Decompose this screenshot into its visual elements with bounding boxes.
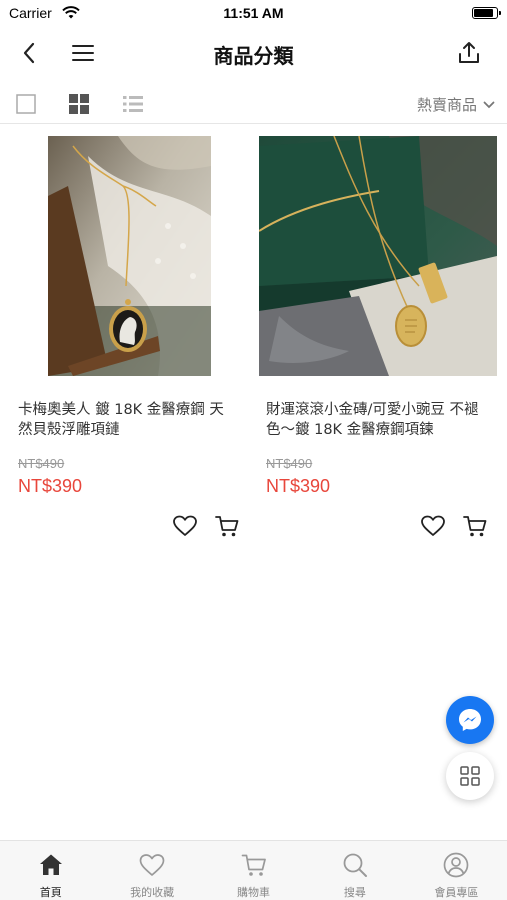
sale-price: NT$390 (18, 476, 83, 496)
sort-label: 熱賣商品 (416, 96, 477, 114)
original-price: NT$490 (18, 456, 65, 471)
tab-account[interactable]: 會員專區 (406, 841, 507, 900)
apps-menu-button[interactable] (446, 752, 494, 800)
add-to-cart-button[interactable] (214, 513, 240, 539)
chevron-down-icon (483, 101, 495, 108)
single-view-button[interactable] (15, 93, 37, 115)
status-bar: Carrier 11:51 AM (0, 0, 507, 28)
apps-grid-icon (460, 766, 480, 786)
search-icon (343, 853, 367, 877)
share-icon (459, 42, 479, 63)
sort-dropdown[interactable]: 熱賣商品 (417, 94, 495, 115)
page-title: 商品分類 (213, 44, 294, 68)
product-image[interactable] (259, 136, 497, 376)
screen: Carrier 11:51 AM 商品分類 熱賣商品 卡梅奧美人 鍍 18K 金… (0, 0, 507, 900)
battery-level (474, 9, 493, 17)
messenger-button[interactable] (446, 696, 494, 744)
battery-icon (472, 7, 501, 19)
tab-search[interactable]: 搜尋 (304, 841, 405, 900)
grid-view-icon (69, 94, 89, 114)
cart-icon (215, 516, 239, 537)
heart-icon (421, 515, 445, 536)
tab-label: 購物車 (237, 886, 271, 899)
bottom-tab-bar: 首頁 我的收藏 購物車 搜尋 會員專區 (0, 840, 507, 900)
product-card[interactable]: 財運滾滾小金磚/可愛小豌豆 不褪色～鍍 18K 金醫療鋼項鍊 NT$490 NT… (248, 136, 497, 546)
cart-icon (463, 516, 487, 537)
list-view-button[interactable] (122, 93, 144, 115)
cart-icon (241, 854, 266, 876)
tab-label: 會員專區 (434, 886, 479, 899)
product-card[interactable]: 卡梅奧美人 鍍 18K 金醫療鋼 天然貝殼浮雕項鏈 NT$490 NT$390 (0, 136, 240, 546)
product-name[interactable]: 財運滾滾小金磚/可愛小豌豆 不褪色～鍍 18K 金醫療鋼項鍊 (266, 400, 486, 440)
tab-label: 搜尋 (343, 886, 366, 899)
home-icon (39, 854, 62, 875)
grid-view-button[interactable] (68, 93, 90, 115)
account-icon (443, 852, 469, 878)
view-toolbar: 熱賣商品 (0, 84, 507, 124)
messenger-icon (459, 709, 481, 731)
tab-favorites[interactable]: 我的收藏 (101, 841, 202, 900)
navigation-bar: 商品分類 (0, 28, 507, 78)
sale-price: NT$390 (266, 476, 331, 496)
tab-home[interactable]: 首頁 (0, 841, 101, 900)
tab-label: 我的收藏 (130, 886, 175, 899)
favorite-button[interactable] (172, 513, 198, 539)
add-to-cart-button[interactable] (462, 513, 488, 539)
favorite-button[interactable] (420, 513, 446, 539)
original-price: NT$490 (266, 456, 313, 471)
heart-icon (139, 854, 165, 876)
single-view-icon (16, 94, 36, 114)
heart-icon (173, 515, 197, 536)
tab-cart[interactable]: 購物車 (203, 841, 304, 900)
product-image[interactable] (48, 136, 211, 376)
tab-label: 首頁 (39, 886, 62, 899)
list-view-icon (123, 96, 143, 112)
product-name[interactable]: 卡梅奧美人 鍍 18K 金醫療鋼 天然貝殼浮雕項鏈 (18, 400, 238, 440)
clock: 11:51 AM (223, 5, 284, 21)
share-button[interactable] (452, 36, 486, 70)
